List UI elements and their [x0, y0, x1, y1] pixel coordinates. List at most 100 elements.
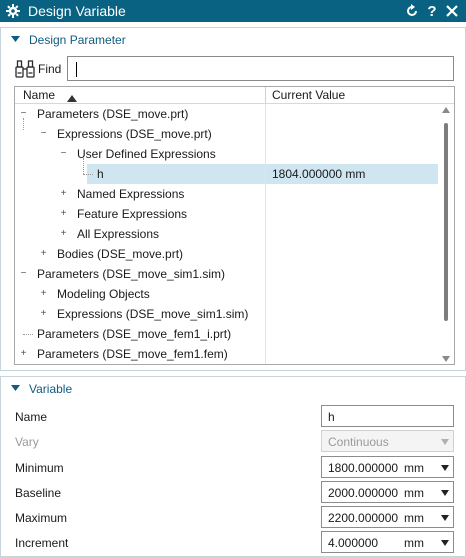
expand-icon[interactable]: + [59, 229, 68, 239]
design-parameter-header[interactable]: Design Parameter [1, 28, 465, 52]
tree-row-label: Modeling Objects [57, 287, 150, 301]
expand-icon[interactable]: + [39, 249, 48, 259]
expand-icon[interactable]: + [39, 289, 48, 299]
variable-title: Variable [29, 382, 73, 396]
tree-header: Name Current Value [15, 87, 454, 104]
tree-name-cell: + All Expressions [15, 224, 266, 244]
tree-value-cell [266, 224, 454, 244]
tree-row-label: User Defined Expressions [77, 147, 216, 161]
help-button[interactable]: ? [422, 0, 442, 22]
tree-value-cell [266, 204, 454, 224]
minimum-field-value: 1800.000000 [328, 461, 399, 475]
title-bar: Design Variable ? [0, 0, 466, 22]
name-field-value: h [328, 410, 335, 424]
window-title: Design Variable [28, 3, 126, 19]
tree-row[interactable]: − Parameters (DSE_move_sim1.sim) [15, 264, 454, 284]
tree-name-cell: h [15, 158, 266, 184]
collapse-triangle-icon [11, 35, 21, 45]
tree-name-cell: + Feature Expressions [15, 204, 266, 224]
gear-icon [2, 0, 24, 22]
tree-row-label: Expressions (DSE_move_sim1.sim) [57, 307, 249, 321]
tree-row-label: Bodies (DSE_move.prt) [57, 247, 184, 261]
tree-row[interactable]: − Expressions (DSE_move.prt) [15, 118, 454, 144]
design-parameter-title: Design Parameter [29, 33, 126, 47]
expand-icon[interactable]: + [59, 209, 68, 219]
tree-row-label: Parameters (DSE_move_sim1.sim) [37, 267, 226, 281]
column-header-name[interactable]: Name [15, 87, 266, 103]
increment-label: Increment [15, 536, 69, 550]
tree-row[interactable]: + Feature Expressions [15, 204, 454, 224]
vary-select-value: Continuous [328, 435, 389, 449]
tree-row[interactable]: + Expressions (DSE_move_sim1.sim) [15, 304, 454, 324]
name-field[interactable]: h [321, 405, 454, 427]
variable-header[interactable]: Variable [1, 377, 465, 401]
column-name-label: Name [23, 88, 56, 102]
tree-row[interactable]: − User Defined Expressions [15, 144, 454, 164]
maximum-field-value: 2200.000000 [328, 511, 399, 525]
close-button[interactable] [442, 0, 462, 22]
tree-row-label: Feature Expressions [77, 207, 188, 221]
minimum-label: Minimum [15, 461, 64, 475]
scroll-down-icon[interactable] [442, 356, 450, 362]
chevron-down-icon[interactable] [441, 465, 449, 471]
tree-value-cell [266, 324, 454, 344]
scroll-up-icon[interactable] [442, 107, 450, 113]
tree-name-cell: + Bodies (DSE_move.prt) [15, 244, 266, 264]
maximum-label: Maximum [15, 511, 68, 525]
refresh-icon[interactable] [402, 0, 422, 22]
tree-value-cell [266, 184, 454, 204]
expand-icon[interactable]: + [19, 349, 28, 359]
tree-value-cell [266, 244, 454, 264]
chevron-down-icon[interactable] [441, 515, 449, 521]
increment-unit: mm [404, 536, 424, 550]
collapse-icon[interactable]: − [19, 269, 28, 279]
tree-row-label: Parameters (DSE_move_fem1_i.prt) [37, 327, 232, 341]
chevron-down-icon[interactable] [441, 540, 449, 546]
baseline-unit: mm [404, 486, 424, 500]
tree-row[interactable]: + Bodies (DSE_move.prt) [15, 244, 454, 264]
maximum-field[interactable]: 2200.000000 mm [321, 506, 454, 528]
collapse-icon[interactable]: − [39, 129, 48, 139]
baseline-field-value: 2000.000000 [328, 486, 399, 500]
tree-row[interactable]: Parameters (DSE_move_fem1_i.prt) [15, 324, 454, 344]
tree-row-label: Parameters (DSE_move.prt) [37, 107, 189, 121]
collapse-icon[interactable]: − [59, 149, 68, 159]
tree-value-cell [266, 264, 454, 284]
text-caret [76, 62, 77, 77]
tree-name-cell: − Parameters (DSE_move_sim1.sim) [15, 264, 266, 284]
collapse-triangle-icon [11, 384, 21, 394]
vertical-scrollbar[interactable] [438, 105, 454, 364]
tree-row[interactable]: + Parameters (DSE_move_fem1.fem) [15, 344, 454, 364]
tree-name-cell: Parameters (DSE_move_fem1_i.prt) [15, 324, 266, 344]
column-header-current-value[interactable]: Current Value [266, 87, 454, 103]
column-current-value-label: Current Value [272, 88, 346, 102]
tree-row-label: Parameters (DSE_move_fem1.fem) [37, 347, 228, 361]
chevron-down-icon [441, 439, 449, 445]
expand-icon[interactable]: + [59, 189, 68, 199]
increment-field[interactable]: 4.000000 mm [321, 531, 454, 553]
chevron-down-icon[interactable] [441, 490, 449, 496]
tree-row[interactable]: + Modeling Objects [15, 284, 454, 304]
expand-icon[interactable]: + [39, 309, 48, 319]
tree-row-label: h [97, 167, 104, 181]
baseline-label: Baseline [15, 486, 62, 500]
scrollbar-thumb[interactable] [444, 123, 448, 321]
tree-row[interactable]: + All Expressions [15, 224, 454, 244]
minimum-unit: mm [404, 461, 424, 475]
vary-select: Continuous [321, 430, 454, 452]
tree-row[interactable]: − Parameters (DSE_move.prt) [15, 104, 454, 124]
tree-name-cell: + Expressions (DSE_move_sim1.sim) [15, 304, 266, 324]
baseline-field[interactable]: 2000.000000 mm [321, 481, 454, 503]
tree-name-cell: − Parameters (DSE_move.prt) [15, 104, 266, 124]
tree-rows: − Parameters (DSE_move.prt) − Expression… [15, 104, 454, 364]
tree-guide-line [83, 158, 84, 174]
name-label: Name [15, 410, 48, 424]
tree-row-selected[interactable]: h 1804.000000 mm [15, 158, 454, 184]
tree-value-cell [266, 124, 454, 144]
collapse-icon[interactable]: − [19, 109, 28, 119]
find-input[interactable] [67, 56, 454, 81]
minimum-field[interactable]: 1800.000000 mm [321, 456, 454, 478]
tree-row[interactable]: + Named Expressions [15, 184, 454, 204]
tree-name-cell: − User Defined Expressions [15, 144, 266, 164]
binoculars-icon[interactable] [14, 58, 36, 80]
